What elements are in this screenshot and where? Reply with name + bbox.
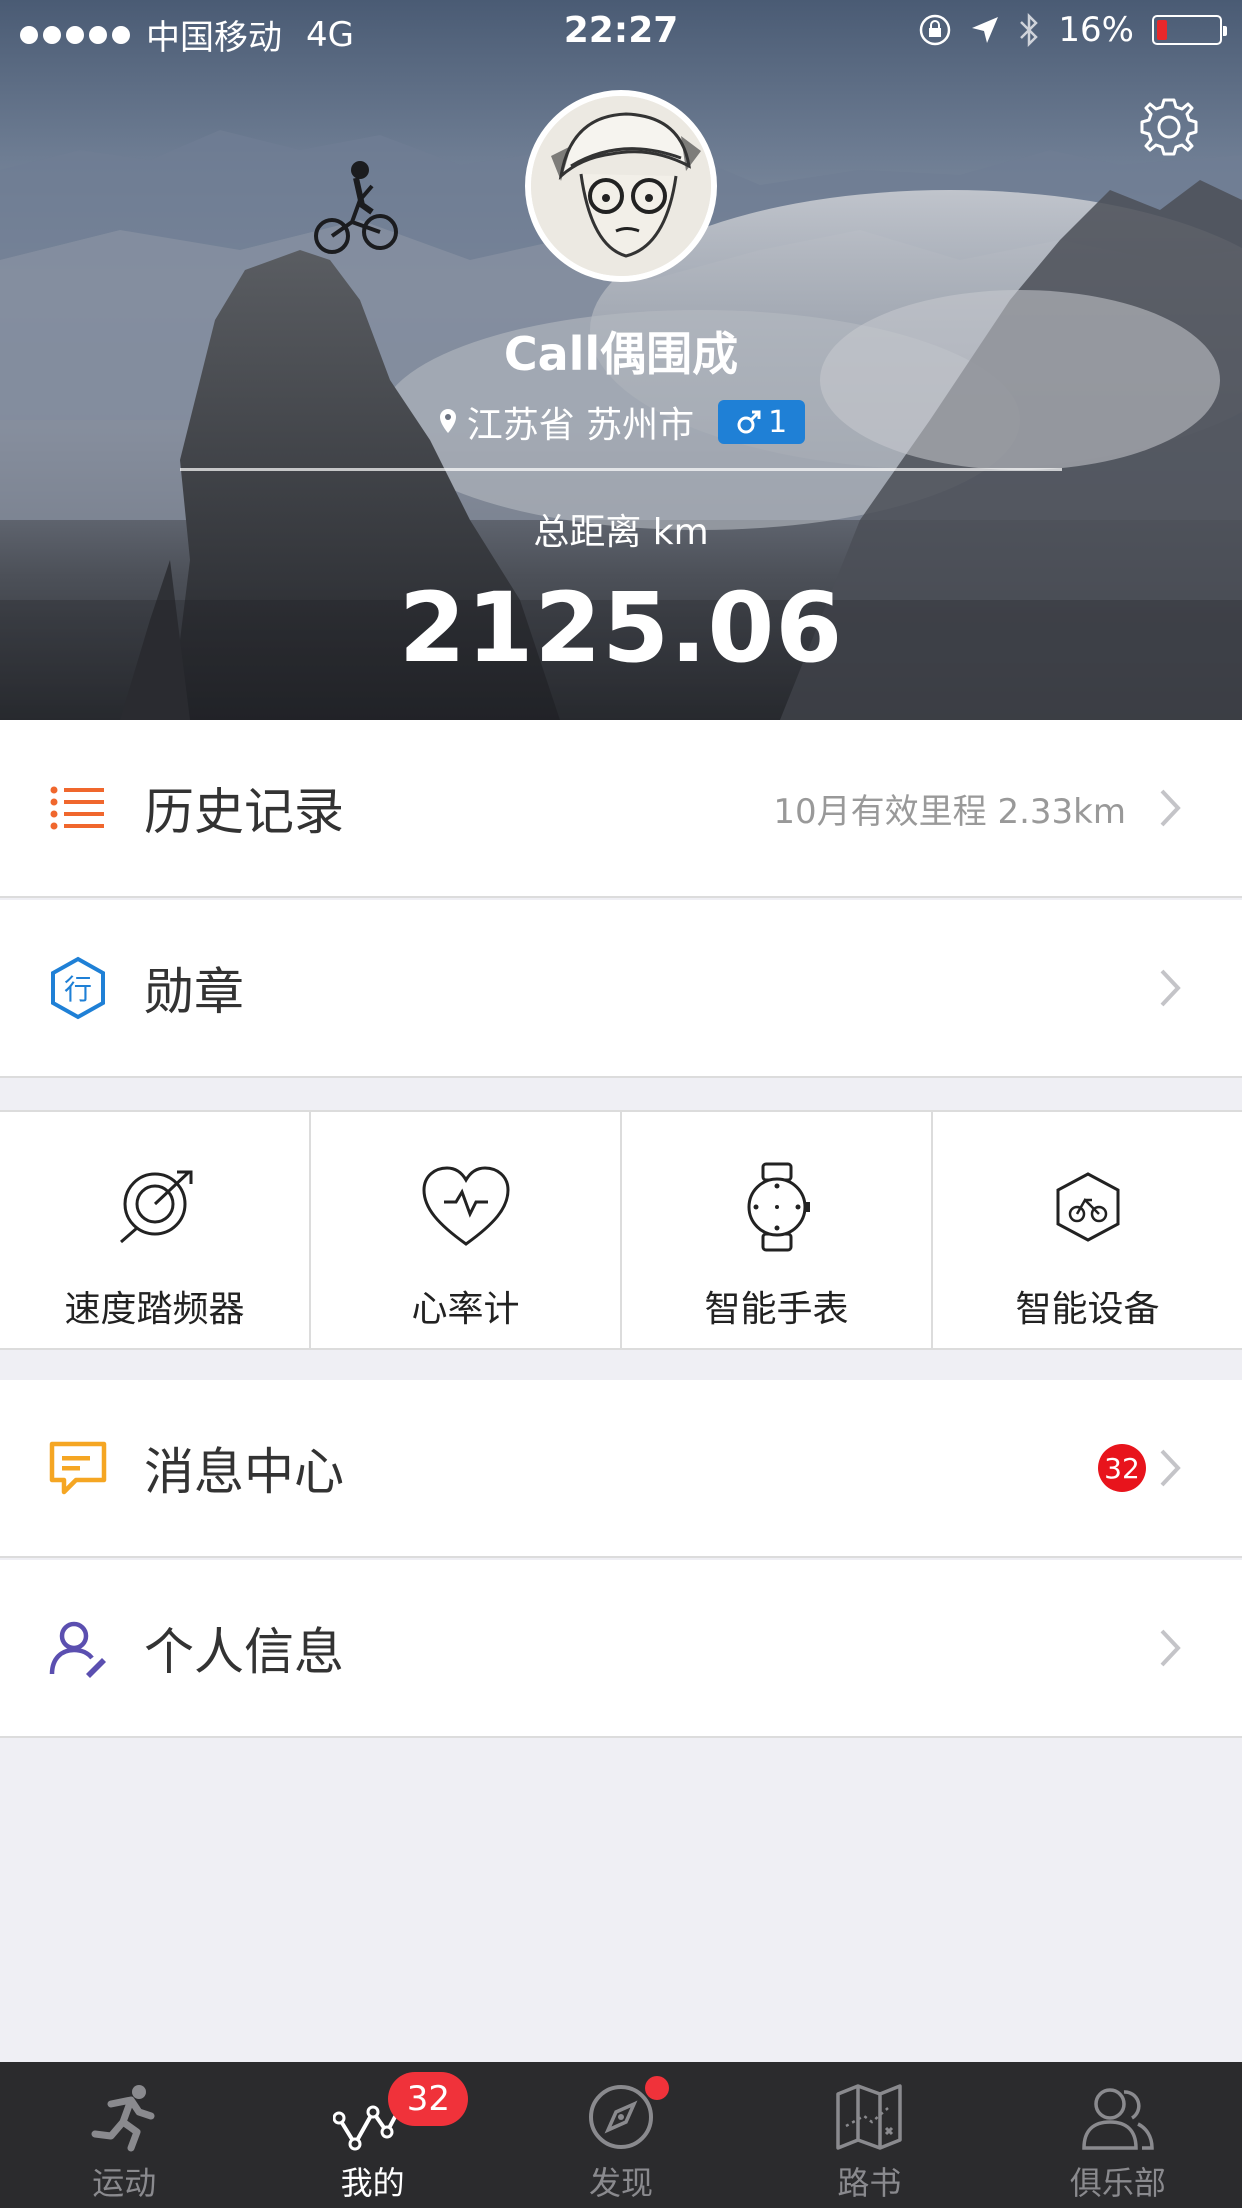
location-pin-icon bbox=[439, 409, 456, 433]
location-row: 江苏省 苏州市 1 bbox=[0, 396, 1242, 448]
tab-label: 运动 bbox=[92, 2164, 157, 2202]
messages-title: 消息中心 bbox=[144, 1443, 344, 1501]
device-label: 智能设备 bbox=[1015, 1289, 1160, 1330]
device-smart-watch[interactable]: 智能手表 bbox=[622, 1112, 933, 1348]
personal-info-title: 个人信息 bbox=[144, 1623, 344, 1681]
username: Call偶围成 bbox=[503, 327, 739, 381]
smart-watch-icon bbox=[747, 1162, 810, 1252]
bluetooth-icon bbox=[1020, 13, 1039, 47]
settings-gear-icon[interactable] bbox=[1134, 92, 1204, 162]
message-center-icon bbox=[49, 1441, 107, 1495]
runner-icon bbox=[91, 2085, 155, 2152]
tab-routebook[interactable]: 路书 bbox=[745, 2062, 993, 2208]
heart-rate-icon bbox=[421, 1166, 510, 1246]
battery-percent: 16% bbox=[1058, 10, 1134, 50]
hero-divider bbox=[180, 468, 1062, 471]
tab-club[interactable]: 俱乐部 bbox=[994, 2062, 1242, 2208]
personal-info-icon bbox=[49, 1621, 106, 1678]
history-title: 历史记录 bbox=[144, 783, 344, 841]
speed-cadence-sensor-icon bbox=[119, 1170, 192, 1244]
device-smart-device[interactable]: 智能设备 bbox=[933, 1112, 1242, 1348]
history-list-icon bbox=[50, 786, 104, 830]
tab-label: 我的 bbox=[340, 2164, 405, 2202]
device-label: 智能手表 bbox=[704, 1289, 849, 1330]
smart-device-icon bbox=[1056, 1172, 1119, 1242]
orientation-lock-icon bbox=[920, 14, 951, 46]
monthly-mileage: 10月有效里程 2.33km bbox=[773, 791, 1126, 832]
tab-label: 路书 bbox=[837, 2164, 902, 2202]
chevron-right-icon bbox=[1160, 789, 1181, 827]
battery-level-fill bbox=[1157, 20, 1167, 40]
tab-mine[interactable]: 32 我的 bbox=[248, 2062, 496, 2208]
location-text: 江苏省 苏州市 bbox=[466, 405, 695, 446]
messages-row[interactable]: 消息中心 32 bbox=[0, 1380, 1242, 1558]
device-speed-cadence[interactable]: 速度踏频器 bbox=[0, 1112, 311, 1348]
medals-title: 勋章 bbox=[144, 963, 244, 1021]
personal-info-row[interactable]: 个人信息 bbox=[0, 1560, 1242, 1738]
chevron-right-icon bbox=[1160, 1629, 1181, 1667]
club-icon bbox=[1082, 2088, 1154, 2150]
avatar[interactable] bbox=[525, 90, 717, 282]
location-arrow-icon bbox=[972, 17, 999, 43]
device-grid: 速度踏频器 心率计 智能手表 智能设备 bbox=[0, 1110, 1242, 1350]
device-label: 速度踏频器 bbox=[64, 1289, 245, 1330]
medal-icon-text: 行 bbox=[64, 973, 92, 1006]
male-icon bbox=[737, 410, 761, 434]
profile-header: 中国移动 4G 22:27 16% Call偶围成 江苏省 苏州市 1 总距离 … bbox=[0, 0, 1242, 720]
level-badge: 1 bbox=[718, 400, 806, 444]
total-distance-value: 2125.06 bbox=[398, 572, 844, 684]
tab-discover[interactable]: 发现 bbox=[497, 2062, 745, 2208]
history-row[interactable]: 历史记录 10月有效里程 2.33km bbox=[0, 720, 1242, 898]
status-bar: 中国移动 4G 22:27 16% bbox=[0, 0, 1242, 62]
device-label: 心率计 bbox=[411, 1289, 520, 1330]
tab-label: 俱乐部 bbox=[1069, 2164, 1166, 2202]
tab-badge: 32 bbox=[388, 2072, 469, 2126]
chevron-right-icon bbox=[1160, 969, 1181, 1007]
device-heart-rate[interactable]: 心率计 bbox=[311, 1112, 622, 1348]
battery-icon bbox=[1152, 15, 1227, 45]
unread-badge: 32 bbox=[1098, 1444, 1146, 1492]
chevron-right-icon bbox=[1160, 1449, 1181, 1487]
medals-row[interactable]: 行 勋章 bbox=[0, 900, 1242, 1078]
map-icon bbox=[836, 2084, 903, 2150]
medal-hexagon-icon: 行 bbox=[51, 956, 105, 1020]
new-content-dot bbox=[644, 2076, 669, 2100]
tab-bar: 运动 32 我的 发现 路书 俱乐部 bbox=[0, 2062, 1242, 2208]
total-distance-label: 总距离 km bbox=[533, 512, 709, 553]
level-value: 1 bbox=[768, 404, 788, 440]
avatar-illustration bbox=[531, 96, 711, 276]
tab-label: 发现 bbox=[589, 2164, 654, 2202]
tab-sport[interactable]: 运动 bbox=[0, 2062, 248, 2208]
